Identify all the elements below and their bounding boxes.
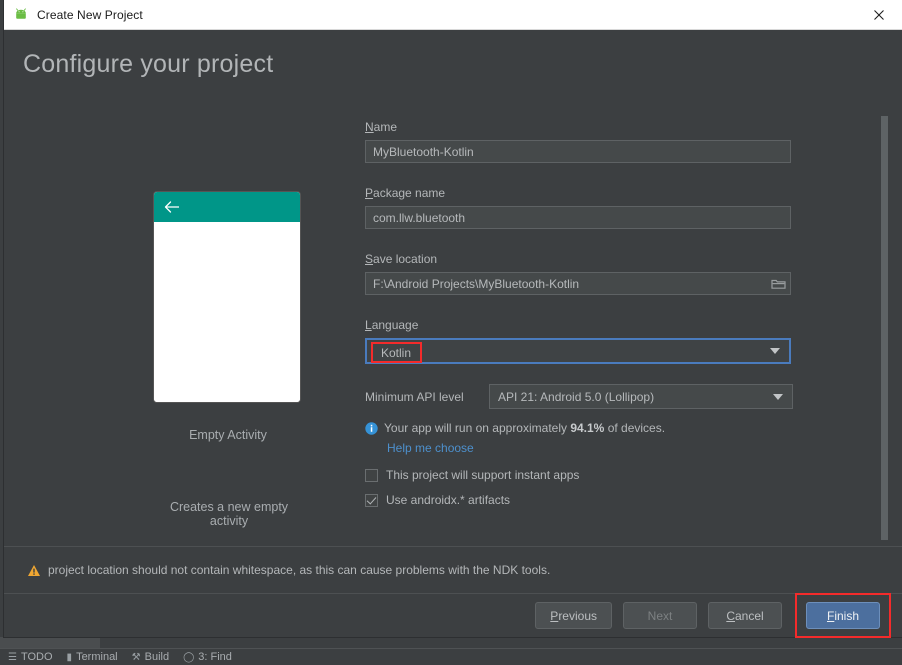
minimum-api-level-combobox[interactable]: API 21: Android 5.0 (Lollipop) [489, 384, 793, 409]
configure-project-content: Empty Activity Creates a new empty activ… [4, 100, 902, 546]
ide-tool-build[interactable]: ⚒ Build [132, 651, 169, 663]
save-location-label: Save location [365, 252, 438, 266]
find-icon: ◯ [183, 651, 195, 663]
ide-tool-terminal[interactable]: ▮ Terminal [67, 651, 118, 663]
template-canvas [154, 222, 300, 402]
template-thumbnail [154, 192, 300, 402]
ide-tool-label: Terminal [76, 651, 118, 663]
help-me-choose-link[interactable]: Help me choose [387, 441, 474, 455]
checkbox-use-androidx[interactable]: Use androidx.* artifacts [365, 493, 793, 507]
name-input[interactable] [365, 140, 791, 163]
field-name: Name [365, 118, 793, 163]
validation-warning-bar: project location should not contain whit… [4, 546, 902, 593]
info-icon [365, 422, 378, 435]
page-title: Configure your project [23, 50, 274, 78]
minimum-api-level-label: Minimum API level [365, 389, 464, 404]
dialog-button-bar: Previous Next Cancel Finish [4, 593, 902, 638]
folder-icon[interactable] [764, 273, 792, 294]
language-value-highlight: Kotlin [371, 342, 423, 363]
ide-tool-label: Build [144, 651, 170, 663]
chevron-down-icon[interactable] [773, 393, 783, 400]
build-icon: ⚒ [131, 651, 141, 663]
ide-tool-window-bar: ☰ TODO ▮ Terminal ⚒ Build ◯ 3: Find [0, 648, 902, 665]
previous-button[interactable]: Previous [535, 602, 612, 629]
field-minimum-api-level: Minimum API level API 21: Android 5.0 (L… [365, 384, 793, 409]
ide-tool-label: 3: Find [198, 651, 232, 663]
back-arrow-icon [164, 200, 181, 214]
ide-editor-area [0, 637, 902, 648]
template-name: Empty Activity [189, 428, 267, 442]
checkbox-label: This project will support instant apps [386, 468, 580, 482]
dialog-title: Create New Project [37, 7, 143, 22]
project-config-form: Name Package name Save location [365, 118, 793, 507]
cancel-button[interactable]: Cancel [708, 602, 782, 629]
content-scrollbar-thumb[interactable] [881, 116, 888, 540]
name-label: Name [365, 120, 398, 134]
checkbox-label: Use androidx.* artifacts [386, 493, 511, 507]
device-coverage-info: Your app will run on approximately 94.1%… [365, 421, 793, 435]
save-location-input[interactable] [365, 272, 791, 295]
template-preview: Empty Activity Creates a new empty activ… [154, 192, 302, 528]
warning-triangle-icon [27, 564, 41, 577]
dialog-titlebar: Create New Project [4, 0, 902, 30]
template-appbar [154, 192, 300, 222]
checkbox-box[interactable] [365, 468, 378, 482]
field-package-name: Package name [365, 184, 793, 229]
minimum-api-level-value: API 21: Android 5.0 (Lollipop) [498, 389, 655, 404]
finish-button-highlight: Finish [795, 593, 891, 638]
todo-icon: ☰ [8, 651, 17, 663]
ide-tool-todo[interactable]: ☰ TODO [8, 651, 53, 663]
checkbox-instant-apps[interactable]: This project will support instant apps [365, 468, 793, 482]
create-new-project-dialog: Create New Project Configure your projec… [4, 0, 902, 638]
field-language: Language Kotlin [365, 316, 793, 364]
template-description: Creates a new empty activity [169, 500, 289, 528]
validation-warning-text: project location should not contain whit… [48, 563, 551, 577]
next-button[interactable]: Next [623, 602, 697, 629]
ide-tool-label: TODO [20, 651, 53, 663]
finish-button[interactable]: Finish [806, 602, 880, 629]
android-robot-icon [13, 7, 29, 23]
device-coverage-text: Your app will run on approximately 94.1%… [384, 421, 666, 435]
language-label: Language [365, 318, 419, 332]
package-name-label: Package name [365, 186, 446, 200]
checkbox-box[interactable] [365, 493, 378, 507]
content-scrollbar[interactable] [880, 100, 889, 546]
close-icon[interactable] [856, 0, 902, 29]
language-selected-value: Kotlin [381, 345, 412, 360]
terminal-icon: ▮ [66, 651, 73, 663]
package-name-input[interactable] [365, 206, 791, 229]
chevron-down-icon[interactable] [770, 348, 780, 354]
ide-tool-find[interactable]: ◯ 3: Find [183, 651, 232, 663]
language-combobox[interactable]: Kotlin [365, 338, 791, 364]
field-save-location: Save location [365, 250, 793, 295]
